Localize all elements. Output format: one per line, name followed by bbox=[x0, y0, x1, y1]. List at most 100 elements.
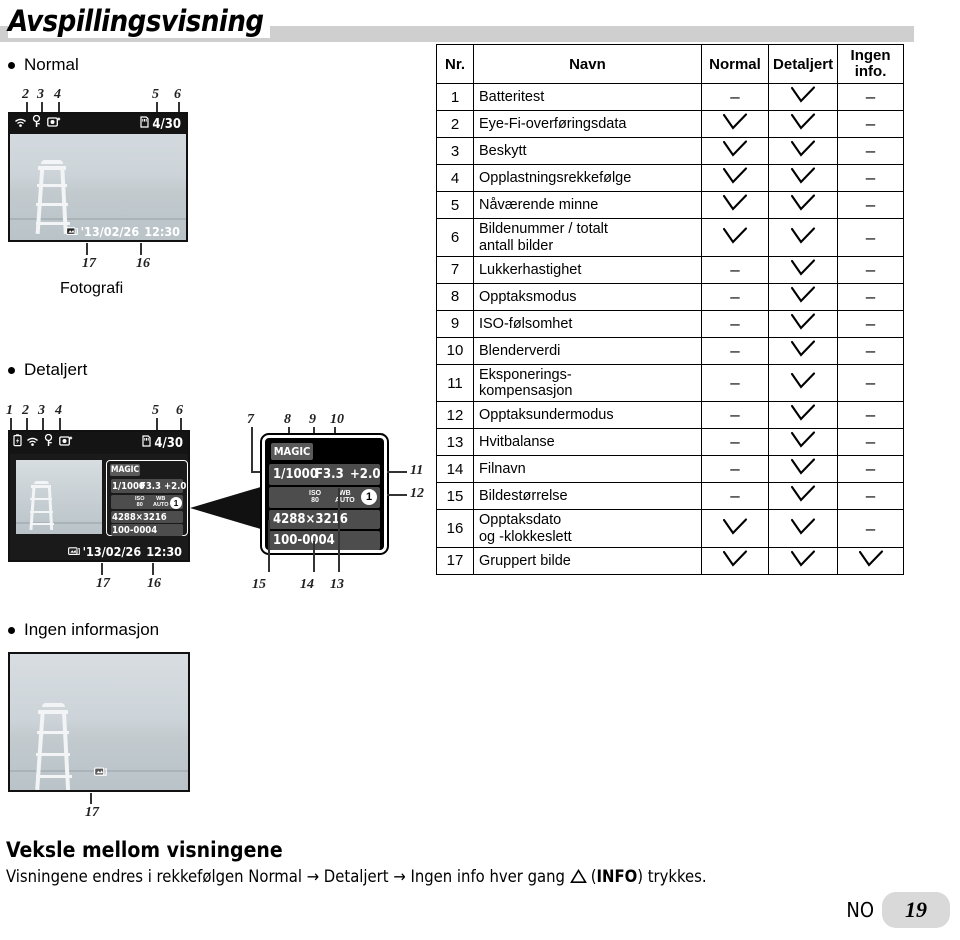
callout-7: 7 bbox=[247, 412, 254, 427]
file-name: 100-0004 bbox=[112, 525, 158, 536]
drive-badge: 1 bbox=[361, 489, 377, 505]
frame-counter: 4/30 bbox=[154, 435, 183, 451]
table-cell-navn: Lukkerhastighet bbox=[472, 255, 702, 284]
table-cell-nr: 9 bbox=[436, 309, 474, 338]
table-cell-navn: Blenderverdi bbox=[472, 336, 702, 365]
table-row: 14 Filnavn – – bbox=[436, 455, 904, 484]
upload-order-icon bbox=[47, 115, 61, 133]
table-cell-ingen-info: – bbox=[837, 509, 904, 548]
table-cell-normal bbox=[700, 546, 770, 575]
table-cell-normal: – bbox=[700, 282, 770, 311]
lcd-preview-detailed: 4/30 MAGIC 1/1000 F3.3 +2.0 ISO 80 WB AU… bbox=[8, 430, 190, 562]
exposure-compensation: +2.0 bbox=[164, 481, 187, 492]
table-row: 5 Nåværende minne – bbox=[436, 191, 904, 220]
table-cell-normal bbox=[700, 110, 770, 139]
info-display-table: Nr. Navn Normal Detaljert Ingen info. 1B… bbox=[436, 43, 904, 575]
table-cell-name-line: kompensasjon bbox=[478, 383, 573, 400]
dash-mark: – bbox=[865, 340, 876, 360]
table-cell-detaljert bbox=[768, 428, 839, 457]
table-cell-detaljert bbox=[768, 455, 839, 484]
table-cell-ingen-info: – bbox=[837, 401, 904, 430]
check-mark-icon bbox=[722, 517, 748, 535]
table-cell-ingen-info: – bbox=[837, 83, 904, 112]
iso-indicator: ISO 80 bbox=[135, 496, 145, 508]
table-cell-normal: – bbox=[700, 482, 770, 511]
table-row: 7 Lukkerhastighet – – bbox=[436, 255, 904, 284]
table-cell-detaljert bbox=[768, 218, 839, 257]
photo-ladder bbox=[29, 478, 54, 531]
callout-4: 4 bbox=[54, 87, 61, 102]
table-cell-detaljert bbox=[768, 363, 839, 403]
table-cell-ingen-info: – bbox=[837, 218, 904, 257]
dash-mark: – bbox=[730, 87, 740, 107]
protect-key-icon bbox=[32, 114, 41, 133]
dash-mark: – bbox=[865, 405, 876, 425]
exposure-compensation: +2.0 bbox=[350, 467, 381, 482]
magic-chip: MAGIC bbox=[271, 443, 313, 460]
image-size: 4288×3216 bbox=[112, 512, 167, 523]
table-row: 12 Opptaksundermodus – – bbox=[436, 401, 904, 430]
file-name: 100-0004 bbox=[273, 533, 335, 548]
table-cell-navn: Opptaksundermodus bbox=[472, 401, 702, 430]
table-cell-detaljert bbox=[768, 137, 839, 166]
col-header-ingen-info: Ingen info. bbox=[837, 43, 904, 85]
check-mark-icon bbox=[791, 194, 816, 212]
leader-line bbox=[313, 541, 315, 572]
check-mark-icon bbox=[791, 140, 816, 158]
table-cell-detaljert bbox=[768, 164, 839, 193]
table-cell-nr: 17 bbox=[436, 546, 474, 575]
table-row: 13 Hvitbalanse – – bbox=[436, 428, 904, 457]
table-cell-navn: Nåværende minne bbox=[472, 191, 702, 220]
table-cell-nr: 14 bbox=[436, 455, 474, 484]
check-mark-icon bbox=[791, 286, 816, 303]
callout-6: 6 bbox=[176, 403, 183, 418]
dash-mark: – bbox=[865, 141, 876, 161]
dash-mark: – bbox=[865, 373, 876, 393]
col-header-navn: Navn bbox=[472, 43, 702, 85]
callout-2: 2 bbox=[22, 87, 29, 102]
table-row: 1 Batteritest – – bbox=[436, 83, 904, 112]
note-info-key: INFO bbox=[596, 867, 638, 886]
dash-mark: – bbox=[730, 373, 740, 393]
leader-line bbox=[180, 418, 182, 430]
photo-thumbnail bbox=[16, 460, 102, 534]
check-mark-icon bbox=[791, 227, 816, 244]
footer-page-number: 19 bbox=[882, 892, 950, 928]
note-body: Visningene endres i rekkefølgen Normal →… bbox=[6, 867, 826, 886]
table-cell-nr: 10 bbox=[436, 336, 474, 365]
table-cell-ingen-info: – bbox=[837, 137, 904, 166]
leader-line bbox=[251, 427, 253, 472]
dash-mark: – bbox=[730, 259, 740, 279]
page-footer: NO 19 bbox=[846, 892, 950, 928]
table-cell-nr: 7 bbox=[436, 255, 474, 284]
callout-5: 5 bbox=[152, 87, 159, 102]
grouped-image-icon bbox=[67, 543, 80, 561]
battery-icon bbox=[13, 434, 22, 452]
note-body-pre: Visningene endres i rekkefølgen Normal →… bbox=[6, 867, 570, 886]
table-cell-ingen-info: – bbox=[837, 482, 904, 511]
leader-line bbox=[387, 494, 407, 496]
check-mark-icon bbox=[858, 550, 883, 567]
table-cell-detaljert bbox=[768, 509, 839, 548]
note-body-post: ) trykkes. bbox=[637, 867, 707, 886]
bullet-icon bbox=[8, 366, 15, 374]
table-cell-navn: Bildenummer / totalt antall bilder bbox=[472, 218, 702, 257]
leader-line bbox=[101, 563, 103, 575]
check-mark-icon bbox=[791, 550, 816, 567]
capture-time: 12:30 bbox=[144, 224, 180, 239]
capture-time: 12:30 bbox=[146, 544, 182, 559]
protect-key-icon bbox=[44, 433, 53, 452]
table-cell-navn: Eye-Fi-overføringsdata bbox=[472, 110, 702, 139]
dash-mark: – bbox=[730, 286, 740, 306]
callout-17: 17 bbox=[96, 576, 110, 591]
dash-mark: – bbox=[865, 518, 876, 538]
table-cell-navn: Batteritest bbox=[472, 83, 702, 112]
check-mark-icon bbox=[791, 313, 816, 330]
check-mark-icon bbox=[791, 431, 816, 448]
table-cell-detaljert bbox=[768, 110, 839, 139]
table-cell-navn: Opptaksmodus bbox=[472, 282, 702, 311]
dash-mark: – bbox=[730, 459, 740, 479]
table-row: 4 Opplastningsrekkefølge – bbox=[436, 164, 904, 193]
aperture-value: F3.3 bbox=[315, 467, 344, 482]
lcd-top-info-bar: 4/30 bbox=[10, 432, 188, 454]
